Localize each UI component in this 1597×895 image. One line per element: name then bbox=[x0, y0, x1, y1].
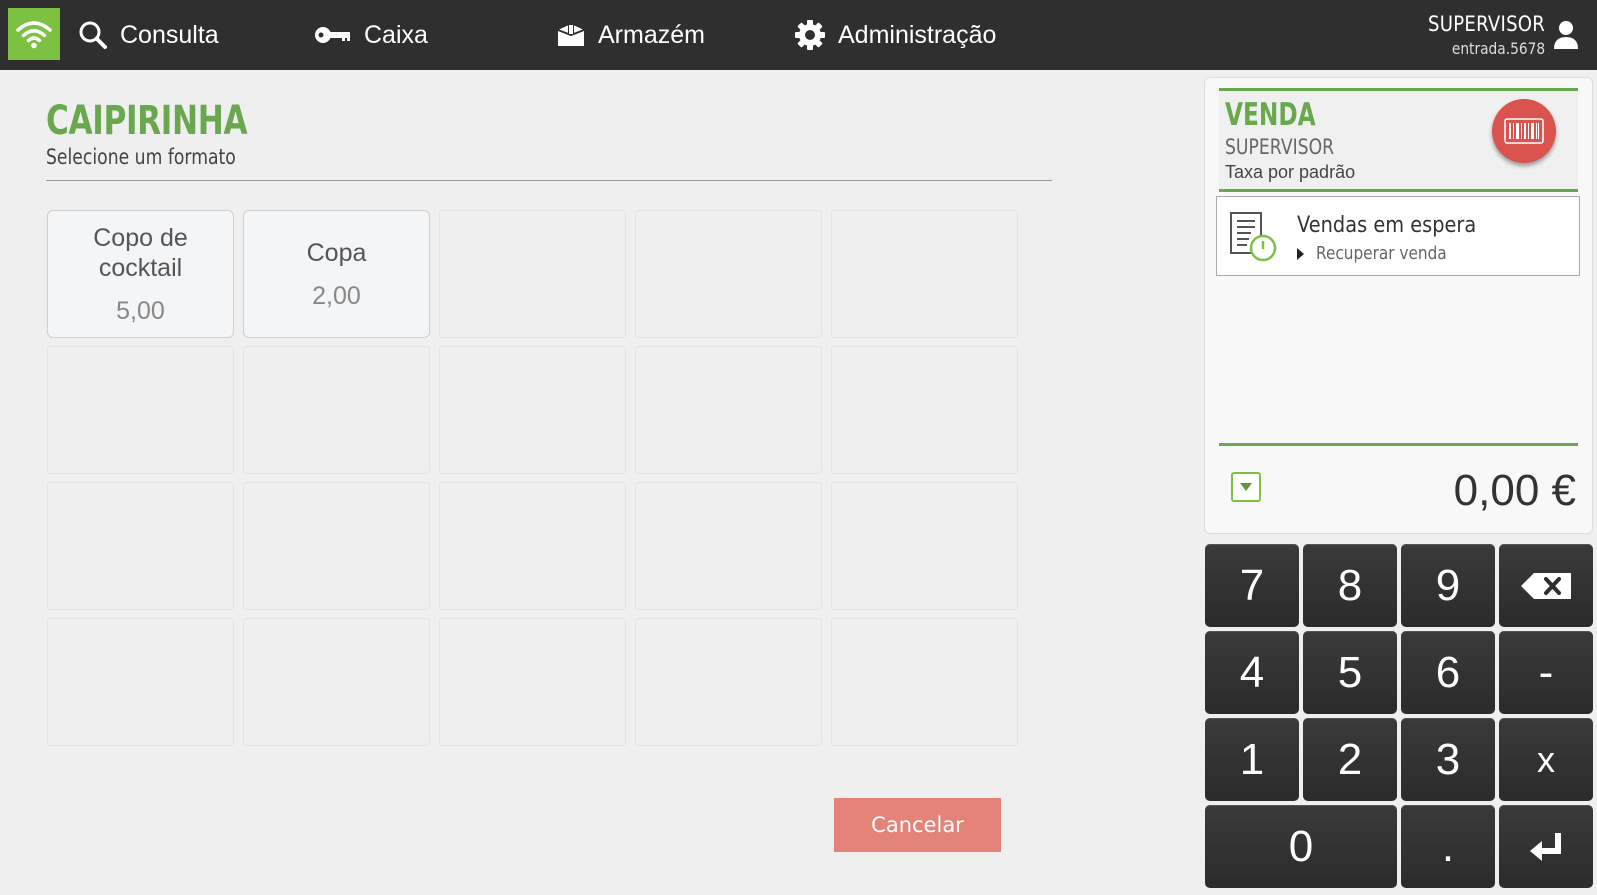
key-7[interactable]: 7 bbox=[1205, 544, 1299, 627]
recover-sale-link[interactable]: Recuperar venda bbox=[1297, 243, 1470, 264]
format-button-copo-de-cocktail[interactable]: Copo de cocktail 5,00 bbox=[47, 210, 234, 338]
key-enter[interactable] bbox=[1499, 805, 1593, 888]
key-6[interactable]: 6 bbox=[1401, 631, 1495, 714]
key-minus[interactable]: - bbox=[1499, 631, 1593, 714]
sale-total: 0,00 € bbox=[1453, 466, 1576, 515]
product-title: CAIPIRINHA bbox=[46, 98, 248, 144]
held-sales-button[interactable]: Vendas em espera Recuperar venda bbox=[1216, 196, 1580, 276]
nav-armazem-label: Armazém bbox=[598, 20, 705, 49]
format-name: Copo de cocktail bbox=[93, 223, 188, 282]
product-subtitle: Selecione um formato bbox=[46, 145, 236, 169]
sale-user: SUPERVISOR bbox=[1225, 135, 1335, 159]
sale-header: VENDA SUPERVISOR Taxa por padrão bbox=[1219, 88, 1578, 192]
recover-sale-label: Recuperar venda bbox=[1316, 243, 1447, 264]
empty-slot bbox=[635, 482, 822, 610]
sale-tax: Taxa por padrão bbox=[1225, 162, 1356, 182]
numeric-keypad: 7 8 9 4 5 6 - 1 2 3 x 0 . bbox=[1205, 544, 1596, 895]
empty-slot bbox=[831, 210, 1018, 338]
empty-slot bbox=[439, 210, 626, 338]
held-sales-title: Vendas em espera bbox=[1297, 213, 1477, 238]
user-icon bbox=[1554, 21, 1578, 49]
enter-icon bbox=[1530, 832, 1561, 861]
empty-slot bbox=[47, 482, 234, 610]
cancel-button[interactable]: Cancelar bbox=[834, 798, 1001, 852]
backspace-icon bbox=[1521, 572, 1571, 599]
key-2[interactable]: 2 bbox=[1303, 718, 1397, 801]
empty-slot bbox=[439, 346, 626, 474]
key-0[interactable]: 0 bbox=[1205, 805, 1397, 888]
nav-consulta-label: Consulta bbox=[120, 20, 219, 49]
empty-slot bbox=[243, 482, 430, 610]
chevron-down-icon bbox=[1240, 483, 1252, 491]
held-sales-icon bbox=[1230, 212, 1277, 262]
format-price: 2,00 bbox=[312, 281, 361, 310]
format-grid: Copo de cocktail 5,00 Copa 2,00 bbox=[47, 210, 1023, 746]
key-9[interactable]: 9 bbox=[1401, 544, 1495, 627]
format-price: 5,00 bbox=[116, 296, 165, 325]
total-divider bbox=[1219, 443, 1578, 446]
nav-caixa-label: Caixa bbox=[364, 20, 428, 49]
barcode-button[interactable] bbox=[1492, 99, 1556, 163]
key-decimal[interactable]: . bbox=[1401, 805, 1495, 888]
sale-title: VENDA bbox=[1225, 97, 1316, 133]
top-bar: Consulta Caixa Armazém Administração SUP… bbox=[0, 0, 1597, 70]
title-divider bbox=[46, 180, 1052, 181]
nav-caixa[interactable]: Caixa bbox=[314, 0, 428, 70]
empty-slot bbox=[439, 618, 626, 746]
key-1[interactable]: 1 bbox=[1205, 718, 1299, 801]
sale-panel: VENDA SUPERVISOR Taxa por padrão Vendas … bbox=[1204, 77, 1593, 534]
empty-slot bbox=[635, 618, 822, 746]
key-8[interactable]: 8 bbox=[1303, 544, 1397, 627]
wifi-button[interactable] bbox=[8, 8, 60, 60]
empty-slot bbox=[831, 618, 1018, 746]
key-3[interactable]: 3 bbox=[1401, 718, 1495, 801]
empty-slot bbox=[831, 482, 1018, 610]
empty-slot bbox=[243, 346, 430, 474]
nav-administracao-label: Administração bbox=[838, 20, 997, 49]
user-login: entrada.5678 bbox=[1451, 39, 1545, 58]
caret-right-icon bbox=[1297, 247, 1304, 260]
empty-slot bbox=[831, 346, 1018, 474]
barcode-icon bbox=[1504, 118, 1544, 144]
key-icon bbox=[315, 27, 350, 43]
wifi-icon bbox=[16, 21, 52, 49]
empty-slot bbox=[635, 346, 822, 474]
empty-slot bbox=[243, 618, 430, 746]
key-5[interactable]: 5 bbox=[1303, 631, 1397, 714]
empty-slot bbox=[439, 482, 626, 610]
gear-icon bbox=[795, 20, 825, 50]
nav-administracao[interactable]: Administração bbox=[794, 0, 996, 70]
empty-slot bbox=[635, 210, 822, 338]
key-multiply[interactable]: x bbox=[1499, 718, 1593, 801]
nav-consulta[interactable]: Consulta bbox=[78, 0, 219, 70]
format-name: Copa bbox=[306, 238, 367, 267]
user-name: SUPERVISOR bbox=[1427, 12, 1545, 36]
format-button-copa[interactable]: Copa 2,00 bbox=[243, 210, 430, 338]
user-info: SUPERVISOR entrada.5678 bbox=[1409, 12, 1545, 58]
user-menu[interactable]: SUPERVISOR entrada.5678 bbox=[1409, 6, 1579, 64]
expand-lines-button[interactable] bbox=[1231, 472, 1261, 502]
key-4[interactable]: 4 bbox=[1205, 631, 1299, 714]
key-backspace[interactable] bbox=[1499, 544, 1593, 627]
nav-armazem[interactable]: Armazém bbox=[556, 0, 705, 70]
empty-slot bbox=[47, 346, 234, 474]
box-icon bbox=[557, 24, 585, 46]
empty-slot bbox=[47, 618, 234, 746]
search-icon bbox=[79, 21, 107, 49]
